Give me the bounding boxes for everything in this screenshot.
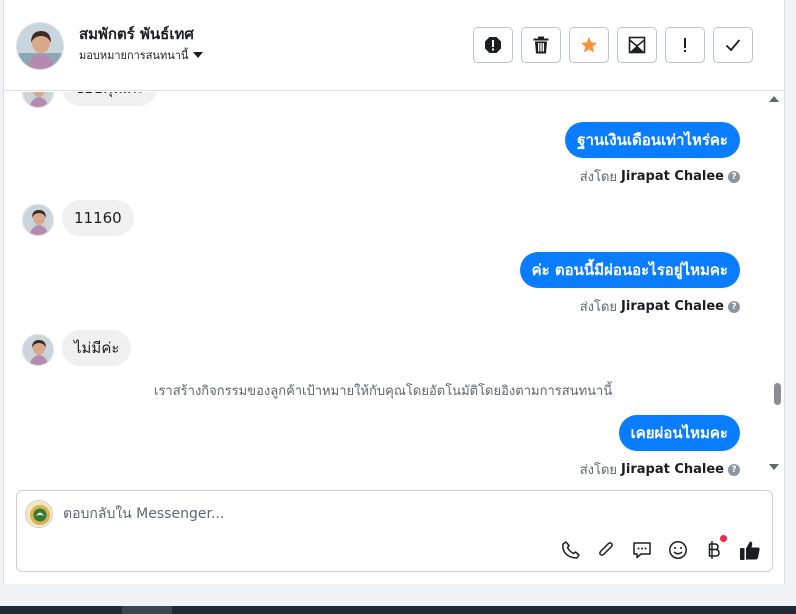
sent-by-label: ส่งโดย Jirapat Chalee ? (580, 166, 740, 187)
delete-button[interactable] (521, 27, 561, 63)
baht-payment-button[interactable] (703, 535, 727, 561)
exclamation-icon (684, 38, 686, 52)
sent-by-label: ส่งโดย Jirapat Chalee ? (580, 459, 740, 480)
outgoing-message: เคยผ่อนไหมคะ (618, 415, 740, 451)
checkmark-icon (725, 39, 741, 52)
customer-avatar (22, 92, 54, 108)
baht-icon (708, 541, 720, 559)
emoji-icon[interactable] (667, 539, 689, 561)
sent-by-prefix: ส่งโดย (579, 170, 618, 185)
reply-composer (16, 490, 773, 572)
sent-by-prefix: ส่งโดย (579, 463, 618, 478)
help-icon[interactable]: ? (728, 463, 740, 476)
system-note: เราสร้างกิจกรรมของลูกค้าเป้าหมายให้กับคุ… (154, 384, 613, 399)
contact-name[interactable]: สมพักตร์ พันธ์เทศ (79, 22, 194, 46)
conversation-thread[interactable]: ขอบคุณค่ะ ฐานเงินเดือนเท่าไหร่คะ ส่งโดย … (4, 92, 784, 482)
incoming-message: 11160 (62, 200, 134, 236)
outgoing-message: ค่ะ ตอนนี้มีผ่อนอะไรอยู่ไหมคะ (519, 252, 740, 288)
sender-name: Jirapat Chalee (621, 169, 724, 184)
right-frame (784, 0, 796, 584)
help-icon[interactable]: ? (728, 300, 740, 313)
mark-unread-button[interactable] (617, 27, 657, 63)
taskbar-item[interactable] (122, 606, 172, 614)
scrollbar-thumb[interactable] (774, 383, 781, 405)
scroll-up-arrow[interactable] (769, 96, 779, 102)
customer-avatar (22, 204, 54, 236)
trash-icon (533, 36, 549, 54)
mark-spam-button[interactable] (473, 27, 513, 63)
sent-by-prefix: ส่งโดย (579, 300, 618, 315)
incoming-message: ขอบคุณค่ะ (62, 92, 157, 106)
sent-by-label: ส่งโดย Jirapat Chalee ? (580, 296, 740, 317)
star-button[interactable] (569, 27, 609, 63)
paperclip-icon[interactable] (595, 539, 617, 561)
envelope-icon (628, 36, 646, 54)
reply-input[interactable] (63, 504, 703, 524)
follow-up-button[interactable] (665, 27, 705, 63)
conversation-header: สมพักตร์ พันธ์เทศ มอบหมายการสนทนานี้ (4, 0, 784, 91)
thumbs-up-icon[interactable] (739, 539, 761, 561)
incoming-message: ไม่มีค่ะ (62, 330, 132, 366)
assign-label: มอบหมายการสนทนานี้ (79, 49, 189, 62)
star-icon (581, 37, 597, 53)
page-avatar (25, 500, 53, 528)
assign-conversation-dropdown[interactable]: มอบหมายการสนทนานี้ (79, 46, 204, 64)
caret-down-icon (193, 52, 204, 58)
mark-done-button[interactable] (713, 27, 753, 63)
sender-name: Jirapat Chalee (621, 299, 724, 314)
chat-bubble-icon[interactable] (631, 539, 653, 561)
scroll-down-arrow[interactable] (769, 464, 779, 470)
outgoing-message: ฐานเงินเดือนเท่าไหร่คะ (565, 122, 740, 158)
help-icon[interactable]: ? (728, 170, 740, 183)
alert-octagon-icon (485, 37, 501, 53)
inbox-window: สมพักตร์ พันธ์เทศ มอบหมายการสนทนานี้ ฐาน… (0, 0, 796, 614)
notification-dot (720, 535, 727, 542)
bottom-background (0, 584, 796, 606)
customer-avatar (22, 334, 54, 366)
phone-icon[interactable] (560, 539, 582, 561)
sender-name: Jirapat Chalee (621, 462, 724, 477)
os-taskbar (0, 606, 796, 614)
contact-avatar[interactable] (16, 22, 64, 70)
